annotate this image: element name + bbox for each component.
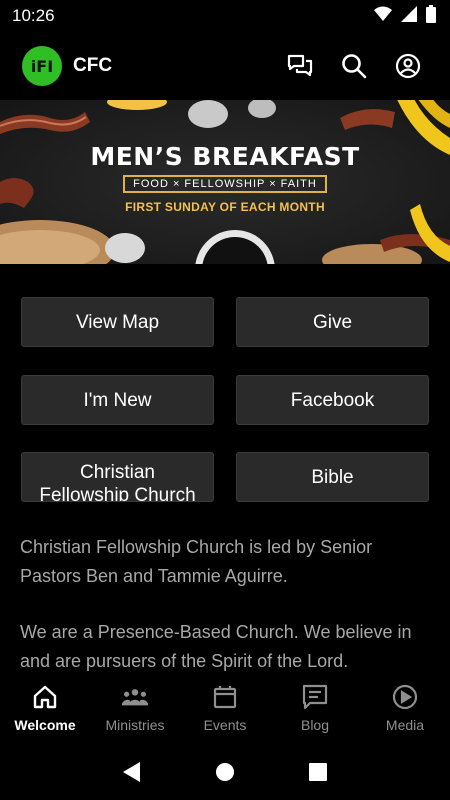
- nav-label-events: Events: [203, 717, 247, 733]
- article-icon: [301, 683, 329, 711]
- view-map-button[interactable]: View Map: [21, 297, 214, 347]
- recents-icon[interactable]: [298, 752, 338, 792]
- view-map-label: View Map: [75, 311, 160, 333]
- description-paragraph-2: We are a Presence-Based Church. We belie…: [20, 622, 412, 671]
- home-icon: [31, 683, 59, 711]
- church-logo[interactable]: iFI: [22, 46, 62, 86]
- play-circle-icon: [391, 683, 419, 711]
- nav-item-blog[interactable]: Blog: [270, 674, 360, 744]
- banner-text: MEN’S BREAKFAST FOOD × FELLOWSHIP × FAIT…: [0, 142, 450, 214]
- status-time: 10:26: [12, 6, 55, 25]
- give-button[interactable]: Give: [236, 297, 429, 347]
- calendar-icon: [211, 683, 239, 711]
- bottom-nav: Welcome Ministries Events Blog Media: [0, 674, 450, 744]
- facebook-label: Facebook: [290, 389, 375, 411]
- banner-schedule: FIRST SUNDAY OF EACH MONTH: [125, 200, 325, 214]
- nav-label-welcome: Welcome: [14, 717, 76, 733]
- bible-label: Bible: [311, 466, 354, 488]
- im-new-label: I'm New: [83, 389, 152, 411]
- search-icon[interactable]: [340, 52, 368, 80]
- church-description: Christian Fellowship Church is led by Se…: [20, 533, 432, 671]
- home-circle-icon[interactable]: [205, 752, 245, 792]
- description-paragraph-1: Christian Fellowship Church is led by Se…: [20, 537, 373, 586]
- status-icons: [374, 4, 436, 28]
- christian-fellowship-church-button[interactable]: Christian Fellowship Church: [21, 452, 214, 502]
- banner-tagline: FOOD × FELLOWSHIP × FAITH: [123, 175, 327, 193]
- app-bar: iFI CFC: [0, 32, 450, 100]
- nav-item-events[interactable]: Events: [180, 674, 270, 744]
- app-actions: [286, 52, 422, 80]
- signal-icon: [401, 5, 417, 27]
- nav-label-blog: Blog: [300, 717, 330, 733]
- im-new-button[interactable]: I'm New: [21, 375, 214, 425]
- back-icon[interactable]: [112, 752, 152, 792]
- nav-item-ministries[interactable]: Ministries: [90, 674, 180, 744]
- app-title: CFC: [73, 55, 113, 76]
- give-label: Give: [312, 311, 353, 333]
- nav-item-media[interactable]: Media: [360, 674, 450, 744]
- system-nav-bar: [0, 744, 450, 800]
- nav-label-ministries: Ministries: [105, 717, 165, 733]
- wifi-icon: [374, 6, 392, 27]
- status-bar: 10:26: [0, 0, 450, 32]
- nav-item-welcome[interactable]: Welcome: [0, 674, 90, 744]
- svg-text:iFI: iFI: [31, 57, 53, 76]
- event-banner[interactable]: MEN’S BREAKFAST FOOD × FELLOWSHIP × FAIT…: [0, 100, 450, 264]
- chat-icon[interactable]: [286, 52, 314, 80]
- cfc-label-line2: Fellowship Church: [39, 485, 196, 502]
- facebook-button[interactable]: Facebook: [236, 375, 429, 425]
- people-icon: [121, 683, 149, 711]
- account-icon[interactable]: [394, 52, 422, 80]
- banner-title: MEN’S BREAKFAST: [90, 142, 360, 171]
- battery-icon: [426, 4, 436, 28]
- nav-label-media: Media: [385, 717, 425, 733]
- cfc-label-line1: Christian: [80, 462, 155, 483]
- bible-button[interactable]: Bible: [236, 452, 429, 502]
